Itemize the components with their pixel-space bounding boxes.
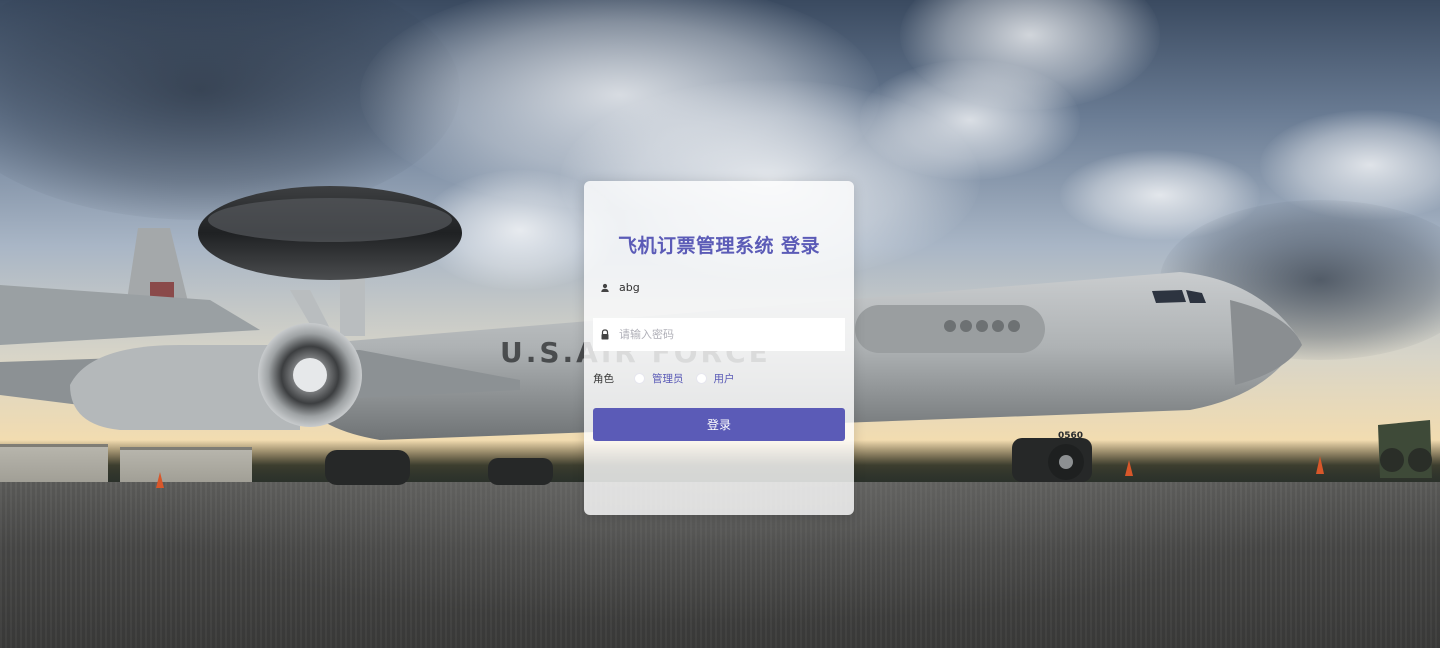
username-field[interactable]	[593, 271, 845, 304]
radio-button[interactable]	[634, 372, 645, 384]
tail-number: 0560	[1058, 431, 1083, 441]
user-icon	[595, 283, 615, 293]
lock-icon	[595, 329, 615, 340]
login-title: 飞机订票管理系统 登录	[617, 235, 821, 257]
role-option-label: 管理员	[652, 372, 684, 385]
login-card: 飞机订票管理系统 登录 角色 管理员 用户 登录	[584, 181, 854, 515]
role-label: 角色	[593, 372, 614, 385]
username-input[interactable]	[615, 281, 845, 294]
role-option-admin[interactable]: 管理员	[634, 371, 684, 386]
role-option-user[interactable]: 用户	[695, 371, 735, 386]
radio-button[interactable]	[695, 372, 707, 384]
password-field[interactable]	[593, 318, 845, 351]
login-button[interactable]: 登录	[593, 408, 845, 441]
role-selector: 角色 管理员 用户	[593, 370, 845, 386]
password-input[interactable]	[615, 328, 845, 341]
role-option-label: 用户	[713, 372, 735, 385]
